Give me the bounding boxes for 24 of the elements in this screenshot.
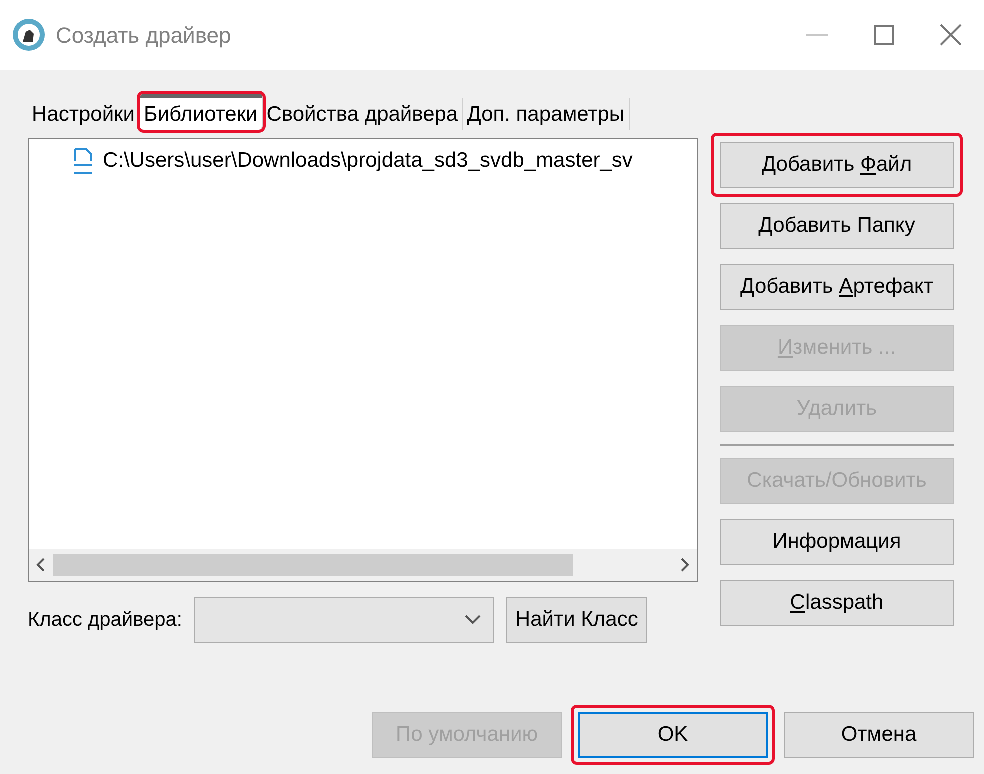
driver-class-label: Класс драйвера: — [28, 608, 182, 633]
scroll-right-icon[interactable] — [679, 557, 691, 573]
chevron-down-icon — [465, 615, 482, 625]
dialog-button[interactable]: Отмена — [784, 712, 974, 758]
window-title: Создать драйвер — [56, 22, 232, 50]
side-button[interactable]: Добавить Артефакт — [720, 264, 954, 310]
library-path: C:\Users\user\Downloads\projdata_sd3_svdb_master_sv — [103, 148, 633, 174]
maximize-icon[interactable] — [874, 25, 894, 45]
close-icon[interactable] — [940, 24, 962, 46]
scrollbar-thumb[interactable] — [53, 554, 573, 576]
scroll-left-icon[interactable] — [35, 557, 47, 573]
side-button[interactable]: Добавить Файл — [720, 142, 954, 188]
tab[interactable]: Библиотеки — [140, 94, 263, 130]
library-item[interactable]: C:\Users\user\Downloads\projdata_sd3_svdb_master_sv — [71, 145, 697, 176]
jar-file-icon — [71, 146, 95, 175]
side-button[interactable]: Добавить Папку — [720, 203, 954, 249]
horizontal-scrollbar[interactable] — [29, 549, 697, 581]
tab[interactable]: Свойства драйвера — [262, 98, 464, 130]
app-logo-icon — [12, 18, 46, 52]
dialog-button[interactable]: OK — [578, 712, 768, 758]
side-button[interactable]: Classpath — [720, 580, 954, 626]
find-class-button[interactable]: Найти Класс — [506, 597, 648, 643]
tab[interactable]: Доп. параметры — [463, 98, 630, 130]
side-button[interactable]: Информация — [720, 519, 954, 565]
